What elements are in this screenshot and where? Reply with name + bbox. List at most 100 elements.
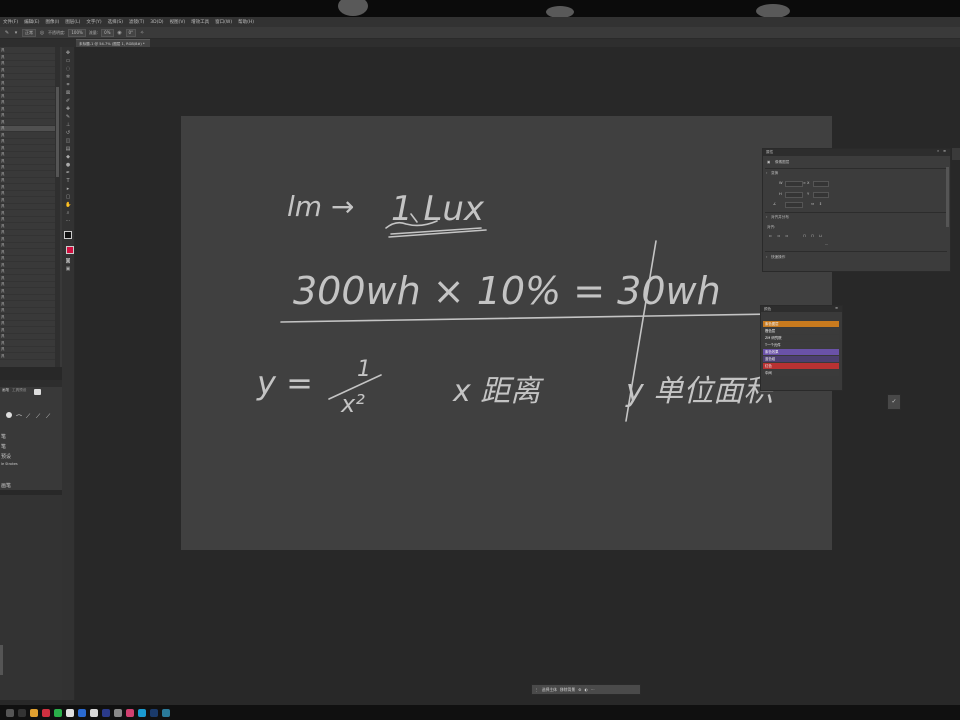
brush-list-item[interactable]: 画笔: [1, 482, 11, 489]
layer-row[interactable]: 具: [0, 178, 55, 184]
brush-tip-icon[interactable]: ⟋: [46, 413, 50, 421]
layer-row[interactable]: 具: [0, 165, 55, 171]
brush-tip-icon[interactable]: ⟋: [26, 413, 30, 421]
soft-round-brush-icon[interactable]: [6, 412, 12, 418]
path-select-icon[interactable]: ▸: [65, 186, 71, 192]
layer-row[interactable]: 具: [0, 204, 55, 210]
align-center-icon[interactable]: ⊐: [777, 234, 780, 238]
layer-row[interactable]: 具: [0, 321, 55, 327]
layer-row[interactable]: 具: [0, 328, 55, 334]
eyedropper-icon[interactable]: ✐: [65, 98, 71, 104]
flip-h-icon[interactable]: ⇔: [811, 202, 814, 206]
layer-row[interactable]: 具: [0, 198, 55, 204]
panel-collapse-icon[interactable]: »: [937, 149, 939, 153]
stamp-tool-icon[interactable]: ⊥: [65, 122, 71, 128]
menu-3d[interactable]: 3D(D): [150, 20, 163, 25]
left-scroll-handle[interactable]: [0, 645, 3, 675]
settings-icon[interactable]: ⚙: [578, 687, 581, 692]
opacity-field[interactable]: 100%: [68, 28, 86, 37]
history-brush-icon[interactable]: ↺: [65, 130, 71, 136]
quick-mask-icon[interactable]: ◙: [65, 258, 71, 264]
frame-tool-icon[interactable]: ⊠: [65, 90, 71, 96]
app-teal-icon[interactable]: [162, 708, 170, 717]
app-navy-icon[interactable]: [102, 708, 110, 717]
color-label-row[interactable]: ZM 研究院: [763, 335, 839, 341]
color-label-row[interactable]: T一个元件: [763, 342, 839, 348]
menu-edit[interactable]: 编辑(E): [24, 19, 39, 25]
layer-row[interactable]: 具: [0, 152, 55, 158]
layer-row[interactable]: 具: [0, 256, 55, 262]
layer-row[interactable]: 具: [0, 237, 55, 243]
brush-tip-icon[interactable]: ⌒: [16, 413, 22, 422]
layer-row[interactable]: 具: [0, 48, 55, 54]
color-label-row[interactable]: 红色: [763, 363, 839, 369]
menu-type[interactable]: 文字(Y): [86, 19, 101, 25]
layer-row[interactable]: 具: [0, 68, 55, 74]
flow-field[interactable]: 0%: [101, 28, 114, 37]
brush-tab[interactable]: 画笔: [2, 388, 9, 393]
search-icon[interactable]: [18, 708, 26, 717]
menu-help[interactable]: 帮助(H): [238, 19, 254, 25]
transform-chevron-icon[interactable]: ›: [766, 171, 767, 175]
layer-row[interactable]: 具: [0, 263, 55, 269]
layer-row[interactable]: 具: [0, 81, 55, 87]
tool-presets-tab[interactable]: 工具预设: [12, 388, 26, 393]
layer-row[interactable]: 具: [0, 133, 55, 139]
new-brush-icon[interactable]: [34, 389, 41, 395]
dodge-tool-icon[interactable]: ●: [65, 162, 71, 168]
angle-field[interactable]: 0°: [125, 28, 137, 37]
y-field[interactable]: [813, 192, 829, 198]
layer-row[interactable]: 具: [0, 94, 55, 100]
symmetry-icon[interactable]: ✧: [139, 30, 145, 36]
brush-tool-icon[interactable]: ✎: [65, 114, 71, 120]
foreground-color-swatch[interactable]: [64, 231, 72, 239]
brush-preset-icon[interactable]: ▾: [13, 30, 19, 36]
more-align-icon[interactable]: ···: [825, 243, 828, 247]
layer-row[interactable]: 具: [0, 120, 55, 126]
chrome-icon[interactable]: [66, 708, 74, 717]
airbrush-icon[interactable]: ◉: [117, 30, 123, 36]
quick-select-icon[interactable]: ✲: [65, 74, 71, 80]
color-label-row[interactable]: 蓝色组: [763, 356, 839, 362]
layer-row[interactable]: 具: [0, 243, 55, 249]
layer-row[interactable]: 具: [0, 289, 55, 295]
brush-icon[interactable]: ✎: [4, 30, 10, 36]
layer-row[interactable]: 具: [0, 230, 55, 236]
marquee-tool-icon[interactable]: ▭: [65, 58, 71, 64]
hand-tool-icon[interactable]: ✋: [65, 202, 71, 208]
floating-panel-icon[interactable]: ✓: [887, 394, 901, 410]
menu-select[interactable]: 选择(S): [108, 19, 123, 25]
menu-layer[interactable]: 图层(L): [65, 19, 80, 25]
align-chevron-icon[interactable]: ›: [766, 215, 767, 219]
move-tool-icon[interactable]: ✥: [65, 50, 71, 56]
quick-actions-chevron-icon[interactable]: ›: [766, 255, 767, 259]
color-label-row[interactable]: 紫色效果: [763, 349, 839, 355]
layer-row[interactable]: 具: [0, 341, 55, 347]
background-color-swatch[interactable]: [66, 246, 74, 254]
link-icon[interactable]: ∞: [803, 181, 806, 185]
crop-tool-icon[interactable]: ⌗: [65, 82, 71, 88]
color-label-row[interactable]: 中间: [763, 370, 839, 376]
mode-select[interactable]: 正常: [22, 28, 36, 37]
layer-row[interactable]: 具: [0, 217, 55, 223]
layer-row[interactable]: 具: [0, 250, 55, 256]
menu-window[interactable]: 窗口(W): [215, 19, 232, 25]
layer-row[interactable]: 具: [0, 354, 55, 360]
layer-row[interactable]: 具: [0, 139, 55, 145]
align-middle-icon[interactable]: ⊓: [811, 234, 814, 238]
layer-row[interactable]: 具: [0, 87, 55, 93]
panel-menu-icon[interactable]: ≡: [835, 306, 838, 310]
layer-row[interactable]: 具: [0, 159, 55, 165]
panel-menu-icon[interactable]: ≡: [943, 149, 946, 153]
align-top-icon[interactable]: ⊓: [803, 234, 806, 238]
document-tab[interactable]: 未标题-1 @ 54.7% (图层 1, RGB/8#) *: [76, 39, 150, 47]
brush-list-item[interactable]: 预设: [1, 453, 11, 460]
layer-row[interactable]: 具: [0, 113, 55, 119]
angle-field[interactable]: [785, 202, 803, 208]
align-bottom-icon[interactable]: ⊔: [819, 234, 822, 238]
pin-icon[interactable]: ◐: [585, 687, 588, 692]
brush-list-item[interactable]: le Strokes: [1, 462, 18, 466]
width-field[interactable]: [785, 181, 803, 187]
height-field[interactable]: [785, 192, 803, 198]
layer-row[interactable]: 具: [0, 334, 55, 340]
